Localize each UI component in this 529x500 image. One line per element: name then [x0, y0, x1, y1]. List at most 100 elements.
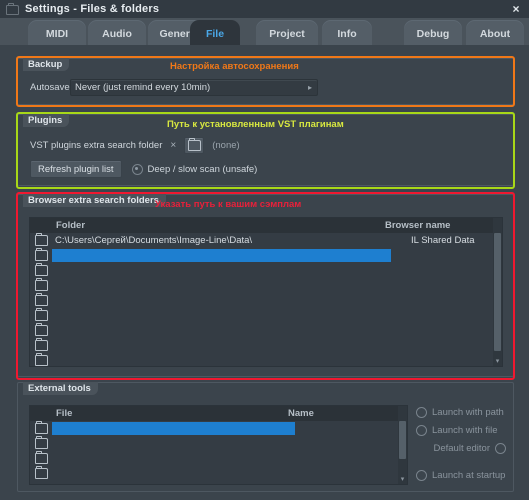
chevron-right-icon: ▸ — [307, 83, 312, 92]
browse-vst-folder-button[interactable] — [184, 137, 205, 154]
row-folder-icon-cell — [30, 338, 52, 351]
refresh-plugin-list-label: Refresh plugin list — [38, 163, 114, 175]
settings-window: Settings - Files & folders × MIDI Audio … — [0, 0, 529, 500]
launch-with-path-radio[interactable] — [416, 407, 427, 418]
scroll-down-icon[interactable]: ▾ — [398, 475, 407, 484]
launch-with-file-radio[interactable] — [416, 425, 427, 436]
folder-icon — [34, 308, 48, 321]
launch-at-startup-option[interactable]: Launch at startup — [416, 470, 506, 481]
row-path-cell[interactable] — [52, 294, 391, 307]
tab-label: Info — [337, 27, 357, 40]
row-folder-icon-cell — [30, 323, 52, 336]
row-folder-icon-cell — [30, 436, 52, 449]
close-icon[interactable]: × — [510, 3, 522, 15]
column-header-folder: Folder — [56, 220, 86, 231]
browser-folders-annotation: Указать путь к вашим сэмплам — [155, 199, 302, 210]
table-row[interactable] — [30, 293, 502, 308]
tab-file[interactable]: File — [190, 20, 240, 47]
table-row[interactable] — [30, 323, 502, 338]
plugins-group-title: Plugins — [23, 114, 70, 127]
launch-at-startup-label: Launch at startup — [432, 470, 506, 481]
row-folder-icon-cell — [30, 353, 52, 366]
clear-vst-folder-button[interactable]: × — [170, 140, 176, 151]
table-row[interactable] — [30, 466, 407, 481]
row-path-cell[interactable] — [52, 467, 295, 480]
scrollbar-thumb[interactable] — [494, 233, 501, 351]
column-header-browser-name: Browser name — [385, 220, 451, 231]
row-path-cell[interactable] — [52, 309, 391, 322]
row-path-cell[interactable] — [52, 422, 295, 435]
launch-with-path-label: Launch with path — [432, 407, 504, 418]
row-folder-icon-cell — [30, 308, 52, 321]
folder-icon — [34, 466, 48, 479]
table-row[interactable] — [30, 436, 407, 451]
row-folder-icon-cell — [30, 421, 52, 434]
launch-at-startup-radio[interactable] — [416, 470, 427, 481]
tab-about[interactable]: About — [466, 20, 524, 47]
refresh-plugin-list-button[interactable]: Refresh plugin list — [30, 160, 122, 178]
folder-icon — [34, 421, 48, 434]
row-folder-icon-cell — [30, 293, 52, 306]
deep-scan-label: Deep / slow scan (unsafe) — [147, 163, 258, 175]
table-row[interactable] — [30, 263, 502, 278]
plugins-annotation: Путь к установленным VST плагинам — [167, 119, 344, 130]
row-path-cell[interactable] — [52, 324, 391, 337]
default-editor-radio[interactable] — [495, 443, 506, 454]
backup-annotation: Настройка автосохранения — [170, 61, 299, 72]
tab-label: File — [205, 27, 225, 40]
folder-icon — [6, 2, 20, 15]
tab-label: About — [479, 27, 511, 40]
launch-with-path-option[interactable]: Launch with path — [416, 407, 506, 418]
column-header-name: Name — [288, 408, 314, 419]
row-path-cell[interactable] — [52, 279, 391, 292]
browser-folders-list[interactable]: Folder Browser name C:\Users\Сергей\Docu… — [29, 217, 503, 367]
tab-project[interactable]: Project — [256, 20, 318, 47]
folder-icon — [34, 293, 48, 306]
autosave-select[interactable]: Never (just remind every 10min) ▸ — [70, 79, 318, 96]
tab-audio[interactable]: Audio — [88, 20, 146, 47]
table-row[interactable] — [30, 421, 407, 436]
row-path-cell[interactable]: C:\Users\Сергей\Documents\Image-Line\Dat… — [52, 234, 391, 247]
launch-with-file-option[interactable]: Launch with file — [416, 425, 506, 436]
row-name-cell[interactable]: IL Shared Data — [411, 235, 475, 246]
scroll-down-icon[interactable]: ▾ — [493, 357, 502, 366]
folder-icon — [187, 138, 201, 151]
row-path-cell[interactable] — [52, 437, 295, 450]
scrollbar-thumb[interactable] — [399, 421, 406, 459]
row-folder-icon-cell — [30, 278, 52, 291]
table-row[interactable] — [30, 278, 502, 293]
default-editor-label: Default editor — [433, 443, 490, 454]
external-tools-scrollbar[interactable]: ▾ — [398, 406, 407, 484]
default-editor-option[interactable]: Default editor — [416, 443, 506, 454]
row-path-cell[interactable] — [52, 452, 295, 465]
row-path-cell[interactable] — [52, 339, 391, 352]
row-path-cell[interactable] — [52, 249, 391, 262]
deep-scan-radio[interactable] — [131, 163, 143, 175]
external-tools-group: External tools File Name ▾ Launch with p… — [17, 382, 514, 492]
folder-icon — [34, 233, 48, 246]
folder-icon — [34, 278, 48, 291]
tab-info[interactable]: Info — [322, 20, 372, 47]
table-row[interactable] — [30, 248, 502, 263]
table-row[interactable] — [30, 353, 502, 366]
backup-group-title: Backup — [23, 58, 70, 71]
external-tools-list[interactable]: File Name ▾ — [29, 405, 408, 485]
table-row[interactable] — [30, 338, 502, 353]
folder-icon — [34, 451, 48, 464]
folder-icon — [34, 248, 48, 261]
row-path-cell[interactable] — [52, 264, 391, 277]
folder-icon — [34, 263, 48, 276]
tab-label: MIDI — [45, 27, 69, 40]
table-row[interactable] — [30, 308, 502, 323]
autosave-label: Autosave — [30, 82, 70, 93]
tab-midi[interactable]: MIDI — [28, 20, 86, 47]
table-row[interactable] — [30, 451, 407, 466]
browser-folders-scrollbar[interactable]: ▾ — [493, 218, 502, 366]
tab-strip: MIDI Audio General File Project Info Deb… — [0, 18, 529, 49]
tab-debug[interactable]: Debug — [404, 20, 462, 47]
table-row[interactable]: C:\Users\Сергей\Documents\Image-Line\Dat… — [30, 233, 502, 248]
autosave-value: Never (just remind every 10min) — [75, 82, 211, 93]
row-path-cell[interactable] — [52, 354, 391, 366]
row-folder-icon-cell — [30, 233, 52, 246]
title-bar: Settings - Files & folders × — [0, 0, 529, 18]
